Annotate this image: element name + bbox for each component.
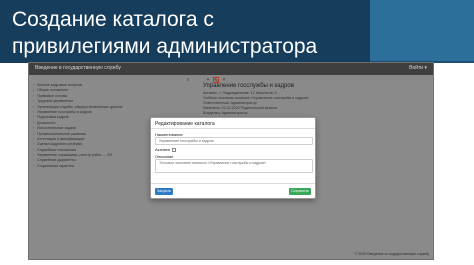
- user-menu[interactable]: Войти ▾: [409, 65, 427, 71]
- dialog-body: Наименование Управление госслужбы и кадр…: [151, 129, 315, 173]
- dialog-title: Редактирование каталога: [155, 121, 215, 127]
- slide-title-line1: Создание каталога с: [12, 8, 214, 31]
- dialog-header: Редактирование каталога: [151, 118, 315, 129]
- catalog-details: Управление госслужбы и кадров Активно: ✓…: [203, 83, 428, 116]
- close-button[interactable]: Закрыть: [155, 188, 173, 195]
- save-button[interactable]: Сохранить: [289, 188, 311, 195]
- name-input[interactable]: Управление госслужбы и кадров: [155, 137, 313, 145]
- slide-banner: Создание каталога с привилегиями админис…: [0, 0, 474, 63]
- edit-catalog-dialog: Редактирование каталога Наименование Упр…: [150, 117, 316, 199]
- dialog-footer: Закрыть Сохранить: [151, 183, 315, 198]
- description-textarea[interactable]: Тестовое описание каталога «Управление г…: [155, 159, 313, 173]
- slide-title: Создание каталога с привилегиями админис…: [0, 0, 370, 63]
- active-label: Активен: [155, 147, 171, 152]
- slide-title-line2: привилегиями администратора: [12, 35, 318, 58]
- detail-line: Владелец: Администратор: [203, 111, 248, 115]
- catalog-title: Управление госслужбы и кадров: [203, 83, 294, 89]
- active-row: Активен: [155, 147, 311, 153]
- app-footer: © 2020 Введение в государственную службу: [354, 252, 429, 256]
- app-header: Введение в государственную службу Войти …: [29, 63, 433, 75]
- app-brand[interactable]: Введение в государственную службу: [35, 65, 121, 71]
- active-checkbox[interactable]: [172, 147, 177, 152]
